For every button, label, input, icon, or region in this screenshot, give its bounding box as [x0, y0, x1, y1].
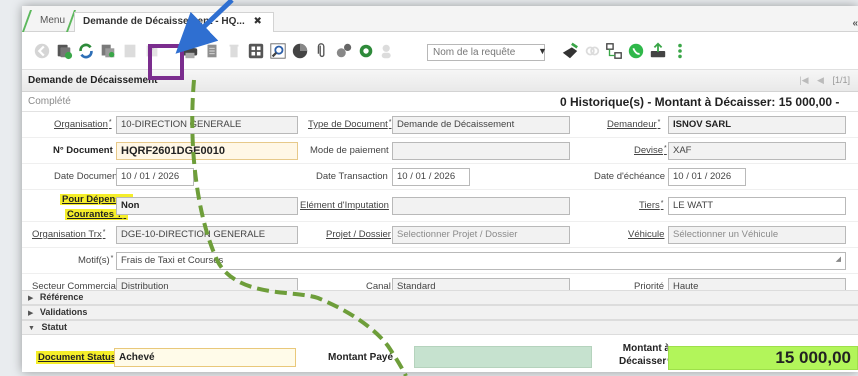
resize-handle-icon[interactable]: ◢: [836, 253, 841, 268]
chevron-down-icon[interactable]: ▼: [538, 46, 547, 56]
date-echeance-label: Date d'échéance: [594, 171, 666, 182]
hierarchy-icon[interactable]: [604, 41, 624, 61]
settings-icon[interactable]: [356, 41, 376, 61]
devise-label[interactable]: Devise: [634, 145, 667, 156]
montant-decaisser-field[interactable]: 15 000,00: [668, 346, 858, 370]
tiers-label[interactable]: Tiers: [639, 200, 664, 211]
tab-separator: [22, 10, 33, 32]
form-row: Motif(s) Frais de Taxi et Courses ◢: [22, 248, 858, 274]
record-summary: 0 Historique(s) - Montant à Décaisser: 1…: [560, 95, 840, 109]
n-document-field[interactable]: HQRF2601DGE0010: [116, 142, 298, 160]
vehicule-label[interactable]: Véhicule: [628, 229, 664, 240]
vehicule-field[interactable]: Sélectionner un Véhicule: [668, 226, 846, 244]
tab-bar: Menu Demande de Décaissement - HQ... ✖ «: [22, 6, 858, 32]
section-validations[interactable]: ▶ Validations: [22, 305, 858, 320]
collapse-icon[interactable]: «: [852, 18, 858, 29]
devise-field[interactable]: XAF: [668, 142, 846, 160]
form-row: N° Document HQRF2601DGE0010 Mode de paie…: [22, 138, 858, 164]
query-name-select[interactable]: Nom de la requête: [427, 44, 545, 61]
organisation-field[interactable]: 10-DIRECTION GENERALE: [116, 116, 298, 134]
copy-record-icon[interactable]: [54, 41, 74, 61]
element-imputation-label[interactable]: Elément d'Imputation: [300, 200, 389, 211]
motif-value: Frais de Taxi et Courses: [121, 255, 224, 266]
date-echeance-field[interactable]: 10 / 01 / 2026: [668, 168, 746, 186]
projet-dossier-label[interactable]: Projet / Dossier: [326, 229, 391, 240]
chart-icon[interactable]: [290, 41, 310, 61]
date-document-label: Date Document: [54, 171, 121, 182]
zoom-icon[interactable]: [268, 41, 288, 61]
duplicate-icon[interactable]: [98, 41, 118, 61]
type-document-field[interactable]: Demande de Décaissement: [392, 116, 570, 134]
status-row: Complété 0 Historique(s) - Montant à Déc…: [22, 92, 858, 112]
first-record-icon[interactable]: |◀: [799, 75, 808, 85]
montant-decaisser-label-line1: Montant à: [622, 343, 670, 354]
form-row: Pour Dépenses Courantes ? Non Elément d'…: [22, 190, 858, 222]
delete-icon[interactable]: [224, 41, 244, 61]
organisation-label[interactable]: Organisation: [54, 119, 112, 130]
tab-menu-label: Menu: [40, 15, 66, 26]
date-transaction-field[interactable]: 10 / 01 / 2026: [392, 168, 470, 186]
chevron-down-icon: ▼: [28, 325, 35, 332]
query-placeholder: Nom de la requête: [433, 47, 516, 58]
pager-count: [1/1]: [832, 75, 850, 85]
depenses-courantes-field[interactable]: Non: [116, 197, 298, 215]
document-status-field[interactable]: Achevé: [114, 348, 296, 367]
section-reference[interactable]: ▶ Référence: [22, 290, 858, 305]
element-imputation-field[interactable]: [392, 197, 570, 215]
status-section: Document Status Achevé Montant Payé Mont…: [22, 342, 858, 372]
close-icon[interactable]: ✖: [254, 16, 262, 27]
section-statut-label: Statut: [41, 322, 67, 332]
workflow-icon[interactable]: [334, 41, 354, 61]
whatsapp-icon[interactable]: [626, 41, 646, 61]
mode-paiement-label: Mode de paiement: [310, 145, 389, 156]
type-document-label[interactable]: Type de Document: [308, 119, 391, 130]
user-icon[interactable]: [378, 41, 398, 61]
print-highlight-box: [148, 44, 184, 80]
motif-textarea[interactable]: Frais de Taxi et Courses ◢: [116, 252, 846, 270]
previous-record-icon[interactable]: ◀: [817, 75, 824, 85]
upload-icon[interactable]: [648, 41, 668, 61]
demandeur-field[interactable]: ISNOV SARL: [668, 116, 846, 134]
motif-label: Motif(s): [78, 255, 113, 266]
tab-demande-decaissement[interactable]: Demande de Décaissement - HQ... ✖: [74, 12, 274, 32]
mode-paiement-field[interactable]: [392, 142, 570, 160]
date-document-field[interactable]: 10 / 01 / 2026: [116, 168, 194, 186]
report-icon[interactable]: [202, 41, 222, 61]
montant-paye-label: Montant Payé: [328, 352, 394, 363]
page-title: Demande de Décaissement: [28, 75, 158, 86]
form-row: Organisation 10-DIRECTION GENERALE Type …: [22, 112, 858, 138]
montant-decaisser-label: Montant à Décaisser: [610, 342, 670, 368]
date-transaction-label: Date Transaction: [316, 171, 388, 182]
section-reference-label: Référence: [39, 292, 84, 302]
n-document-label: N° Document: [53, 145, 113, 156]
montant-paye-field[interactable]: [414, 346, 592, 368]
grid-toggle-icon[interactable]: [246, 41, 266, 61]
paperclip-icon[interactable]: [312, 41, 332, 61]
projet-dossier-field[interactable]: Selectionner Projet / Dossier: [392, 226, 570, 244]
record-pager: |◀ ◀ [1/1]: [799, 75, 850, 86]
document-status-label: Document Status: [36, 351, 119, 364]
record-state: Complété: [28, 96, 71, 107]
organisation-trx-label[interactable]: Organisation Trx: [32, 229, 105, 240]
section-statut[interactable]: ▼ Statut: [22, 320, 858, 335]
chevron-right-icon: ▶: [28, 295, 34, 302]
form-row: Date Document 10 / 01 / 2026 Date Transa…: [22, 164, 858, 190]
tab-active-label: Demande de Décaissement - HQ...: [83, 16, 245, 27]
section-validations-label: Validations: [39, 307, 88, 317]
refresh-icon[interactable]: [76, 41, 96, 61]
chevron-right-icon: ▶: [28, 310, 34, 317]
link-icon[interactable]: [582, 41, 602, 61]
send-icon[interactable]: [560, 41, 580, 61]
form-row: Organisation Trx DGE-10-DIRECTION GENERA…: [22, 222, 858, 248]
note-icon[interactable]: [120, 41, 140, 61]
back-icon[interactable]: [32, 41, 52, 61]
montant-decaisser-label-line2: Décaisser: [619, 356, 670, 367]
organisation-trx-field[interactable]: DGE-10-DIRECTION GENERALE: [116, 226, 298, 244]
more-icon[interactable]: [670, 41, 690, 61]
demandeur-label[interactable]: Demandeur: [607, 119, 660, 130]
tiers-field[interactable]: LE WATT: [668, 197, 846, 215]
